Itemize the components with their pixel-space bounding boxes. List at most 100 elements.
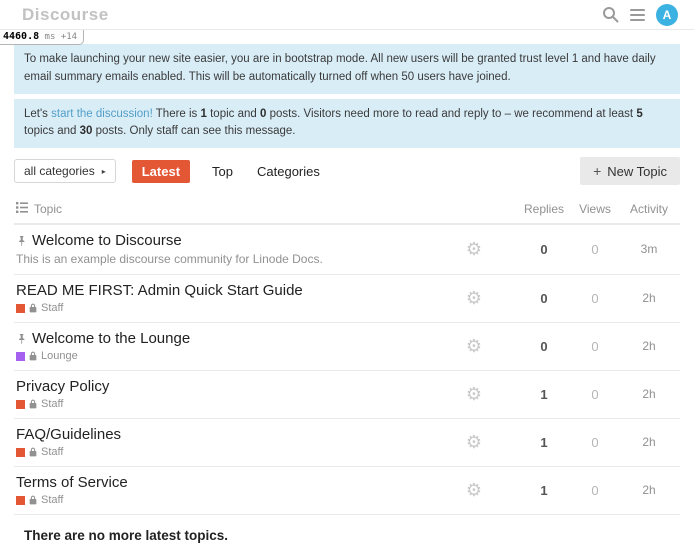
- topic-cell: Terms of Service Staff: [14, 474, 432, 506]
- start-discussion-link[interactable]: start the discussion!: [51, 108, 153, 120]
- category-color-swatch: [16, 352, 25, 361]
- topic-title[interactable]: Welcome to Discourse: [32, 232, 182, 249]
- category-badge[interactable]: Staff: [16, 494, 432, 506]
- topic-cell: Privacy Policy Staff: [14, 378, 432, 410]
- caret-right-icon: ▸: [102, 167, 106, 176]
- category-badge[interactable]: Staff: [16, 446, 432, 458]
- topic-cell: Welcome to Discourse This is an example …: [14, 232, 432, 266]
- discourse-logo[interactable]: Discourse: [22, 5, 109, 25]
- category-color-swatch: [16, 496, 25, 505]
- replies-count: 0: [516, 339, 572, 354]
- profiler-unit: ms: [45, 32, 56, 42]
- profiler-count: +14: [61, 32, 77, 42]
- column-header-replies[interactable]: Replies: [516, 202, 572, 216]
- topic-title[interactable]: Privacy Policy: [16, 378, 109, 395]
- category-badge[interactable]: Staff: [16, 398, 432, 410]
- replies-count: 0: [516, 242, 572, 257]
- poster-gear-icon[interactable]: ⚙: [432, 432, 516, 453]
- topic-list: Welcome to Discourse This is an example …: [14, 225, 680, 515]
- category-dropdown-label: all categories: [24, 164, 95, 178]
- user-avatar[interactable]: A: [656, 4, 678, 26]
- poster-gear-icon[interactable]: ⚙: [432, 336, 516, 357]
- topic-list-icon: [16, 202, 28, 216]
- category-color-swatch: [16, 304, 25, 313]
- replies-count: 1: [516, 483, 572, 498]
- pushpin-icon[interactable]: [16, 333, 27, 345]
- topic-filter-bar: all categories ▸ Latest Top Categories +…: [14, 157, 680, 185]
- topic-title[interactable]: READ ME FIRST: Admin Quick Start Guide: [16, 282, 303, 299]
- activity-time: 2h: [618, 435, 680, 449]
- replies-count: 1: [516, 387, 572, 402]
- topic-row: Welcome to Discourse This is an example …: [14, 225, 680, 275]
- recommended-posts: 30: [80, 125, 93, 137]
- lock-icon: [29, 447, 37, 457]
- activity-time: 2h: [618, 387, 680, 401]
- pushpin-icon[interactable]: [16, 235, 27, 247]
- topic-row: Terms of Service Staff ⚙ 1 0 2h: [14, 467, 680, 515]
- poster-gear-icon[interactable]: ⚙: [432, 239, 516, 260]
- lock-icon: [29, 399, 37, 409]
- category-name: Staff: [41, 446, 63, 458]
- topic-cell: FAQ/Guidelines Staff: [14, 426, 432, 458]
- category-dropdown[interactable]: all categories ▸: [14, 159, 116, 183]
- topic-title[interactable]: Welcome to the Lounge: [32, 330, 190, 347]
- topic-excerpt: This is an example discourse community f…: [16, 252, 432, 266]
- search-icon[interactable]: [602, 6, 619, 23]
- poster-gear-icon[interactable]: ⚙: [432, 288, 516, 309]
- tab-top[interactable]: Top: [210, 160, 235, 183]
- tab-latest[interactable]: Latest: [132, 160, 190, 183]
- plus-icon: +: [593, 163, 601, 179]
- profiler-time: 4460.8: [3, 31, 39, 42]
- lock-icon: [29, 303, 37, 313]
- banner-text: There is: [153, 108, 201, 120]
- category-color-swatch: [16, 448, 25, 457]
- topic-table-header: Topic Replies Views Activity: [14, 196, 680, 225]
- column-header-topic[interactable]: Topic: [34, 202, 62, 216]
- replies-count: 0: [516, 291, 572, 306]
- recommended-topics: 5: [636, 108, 642, 120]
- category-name: Staff: [41, 494, 63, 506]
- views-count: 0: [572, 339, 618, 354]
- category-name: Staff: [41, 302, 63, 314]
- banner-text: topics and: [24, 125, 80, 137]
- activity-time: 3m: [618, 242, 680, 256]
- views-count: 0: [572, 483, 618, 498]
- banner-text: posts. Only staff can see this message.: [92, 125, 295, 137]
- category-color-swatch: [16, 400, 25, 409]
- poster-gear-icon[interactable]: ⚙: [432, 384, 516, 405]
- no-more-topics-message: There are no more latest topics.: [24, 528, 680, 543]
- column-header-activity[interactable]: Activity: [618, 202, 680, 216]
- activity-time: 2h: [618, 291, 680, 305]
- lock-icon: [29, 351, 37, 361]
- column-header-views[interactable]: Views: [572, 202, 618, 216]
- category-badge[interactable]: Staff: [16, 302, 432, 314]
- category-badge[interactable]: Lounge: [16, 350, 432, 362]
- topic-title[interactable]: Terms of Service: [16, 474, 128, 491]
- topic-tabs: Latest Top Categories: [132, 160, 322, 183]
- top-navigation-bar: Discourse A: [0, 0, 694, 30]
- poster-gear-icon[interactable]: ⚙: [432, 480, 516, 501]
- views-count: 0: [572, 242, 618, 257]
- banner-text: posts. Visitors need more to read and re…: [266, 108, 636, 120]
- activity-time: 2h: [618, 339, 680, 353]
- lock-icon: [29, 495, 37, 505]
- category-name: Lounge: [41, 350, 78, 362]
- activity-time: 2h: [618, 483, 680, 497]
- topic-row: FAQ/Guidelines Staff ⚙ 1 0 2h: [14, 419, 680, 467]
- replies-count: 1: [516, 435, 572, 450]
- topic-row: READ ME FIRST: Admin Quick Start Guide S…: [14, 275, 680, 323]
- views-count: 0: [572, 387, 618, 402]
- start-discussion-banner: Let's start the discussion! There is 1 t…: [14, 99, 680, 149]
- topic-cell: READ ME FIRST: Admin Quick Start Guide S…: [14, 282, 432, 314]
- topic-title[interactable]: FAQ/Guidelines: [16, 426, 121, 443]
- tab-categories[interactable]: Categories: [255, 160, 322, 183]
- hamburger-menu-icon[interactable]: [630, 9, 645, 21]
- new-topic-label: New Topic: [607, 164, 667, 179]
- topic-row: Privacy Policy Staff ⚙ 1 0 2h: [14, 371, 680, 419]
- views-count: 0: [572, 435, 618, 450]
- profiler-timing-badge[interactable]: 4460.8 ms +14: [0, 30, 84, 45]
- topic-cell: Welcome to the Lounge Lounge: [14, 330, 432, 362]
- views-count: 0: [572, 291, 618, 306]
- new-topic-button[interactable]: + New Topic: [580, 157, 680, 185]
- bootstrap-mode-text: To make launching your new site easier, …: [24, 53, 656, 83]
